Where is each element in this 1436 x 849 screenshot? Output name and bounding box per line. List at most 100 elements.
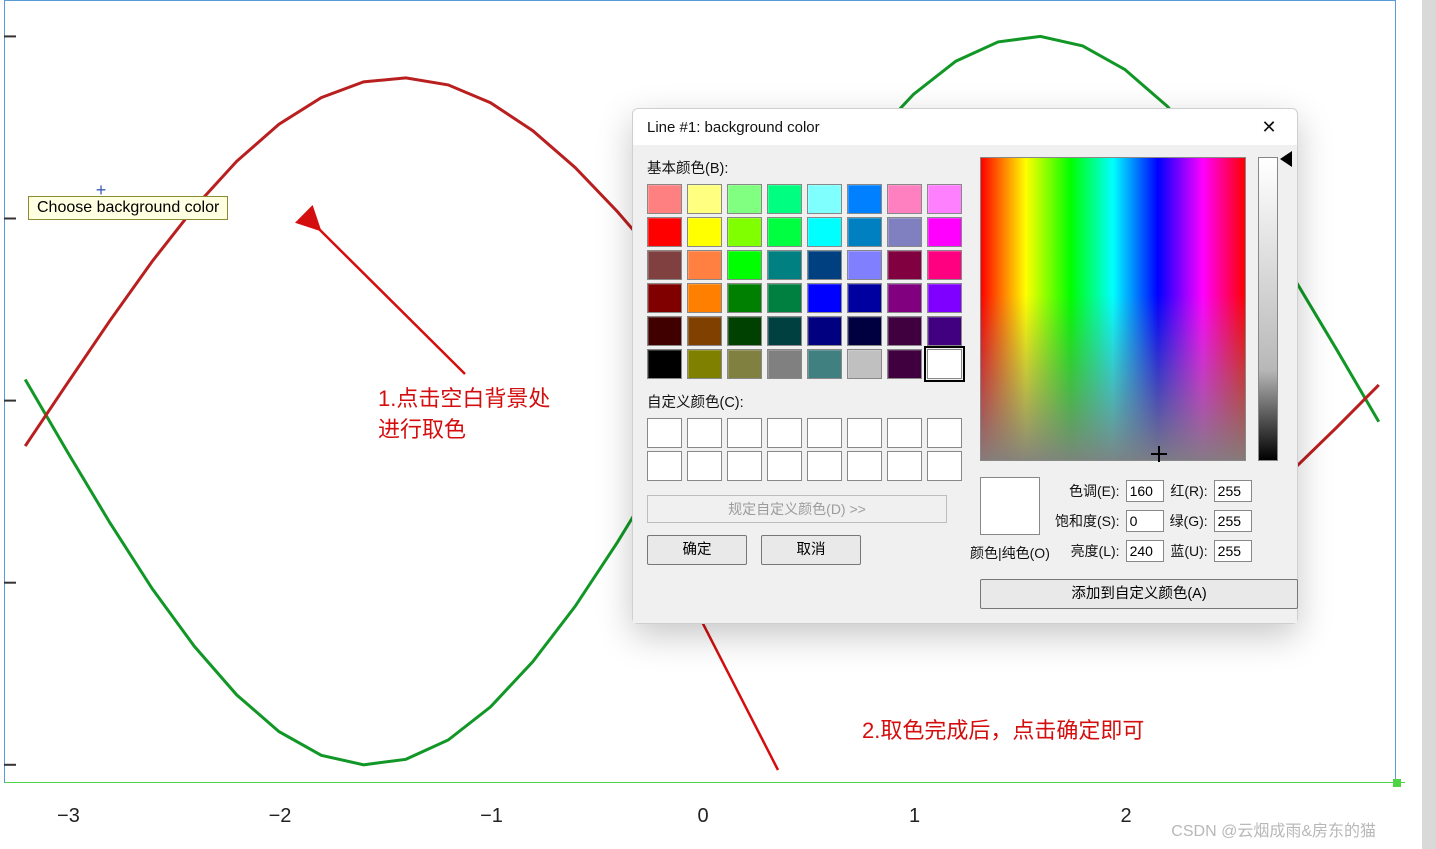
x-tick-label: −3 — [57, 805, 80, 828]
basic-swatch[interactable] — [767, 184, 802, 214]
cancel-button[interactable]: 取消 — [761, 535, 861, 565]
basic-swatch[interactable] — [847, 349, 882, 379]
basic-swatch[interactable] — [727, 184, 762, 214]
basic-swatch[interactable] — [807, 283, 842, 313]
custom-swatch[interactable] — [927, 418, 962, 448]
basic-swatch[interactable] — [727, 250, 762, 280]
custom-swatch[interactable] — [767, 418, 802, 448]
basic-swatch[interactable] — [647, 217, 682, 247]
basic-swatch[interactable] — [847, 250, 882, 280]
basic-swatch[interactable] — [887, 283, 922, 313]
custom-swatch[interactable] — [647, 451, 682, 481]
basic-swatch[interactable] — [887, 250, 922, 280]
basic-colors-label: 基本颜色(B): — [647, 157, 962, 178]
close-button[interactable]: ✕ — [1247, 112, 1291, 142]
custom-colors-label: 自定义颜色(C): — [647, 391, 962, 412]
basic-swatch[interactable] — [887, 184, 922, 214]
custom-swatch[interactable] — [727, 451, 762, 481]
basic-swatch[interactable] — [847, 184, 882, 214]
add-to-custom-button[interactable]: 添加到自定义颜色(A) — [980, 579, 1298, 609]
basic-swatch[interactable] — [887, 217, 922, 247]
lum-label: 亮度(L): — [1054, 539, 1121, 563]
basic-swatch[interactable] — [807, 349, 842, 379]
background-color-tooltip: Choose background color — [28, 196, 228, 220]
basic-swatch[interactable] — [687, 250, 722, 280]
basic-swatch[interactable] — [647, 316, 682, 346]
basic-swatch[interactable] — [647, 250, 682, 280]
tooltip-text: Choose background color — [37, 199, 219, 216]
luminance-slider[interactable] — [1258, 157, 1278, 461]
dialog-titlebar[interactable]: Line #1: background color ✕ — [633, 109, 1297, 145]
red-input[interactable] — [1214, 480, 1252, 502]
custom-swatch[interactable] — [887, 418, 922, 448]
watermark: CSDN @云烟成雨&房东的猫 — [1171, 817, 1376, 841]
custom-swatch[interactable] — [887, 451, 922, 481]
basic-swatch[interactable] — [687, 316, 722, 346]
basic-swatch[interactable] — [727, 217, 762, 247]
basic-swatch[interactable] — [647, 283, 682, 313]
custom-swatch[interactable] — [727, 418, 762, 448]
x-tick-label: 1 — [909, 805, 920, 828]
blue-input[interactable] — [1214, 540, 1252, 562]
basic-swatch[interactable] — [727, 349, 762, 379]
ruler-line — [5, 782, 1405, 783]
custom-swatch[interactable] — [767, 451, 802, 481]
basic-swatch[interactable] — [927, 349, 962, 379]
custom-swatch[interactable] — [927, 451, 962, 481]
color-picker-dialog: Line #1: background color ✕ 基本颜色(B): 自定义… — [632, 108, 1298, 624]
x-tick-label: 0 — [697, 805, 708, 828]
basic-swatch[interactable] — [847, 283, 882, 313]
basic-swatch[interactable] — [767, 217, 802, 247]
basic-swatch[interactable] — [767, 316, 802, 346]
custom-swatch[interactable] — [647, 418, 682, 448]
basic-swatch[interactable] — [927, 250, 962, 280]
basic-swatch[interactable] — [807, 250, 842, 280]
luminance-arrow-icon — [1280, 151, 1292, 167]
basic-swatch[interactable] — [927, 217, 962, 247]
green-input[interactable] — [1214, 510, 1252, 532]
hue-input[interactable] — [1126, 480, 1164, 502]
basic-swatch[interactable] — [927, 184, 962, 214]
sat-input[interactable] — [1126, 510, 1164, 532]
basic-swatch[interactable] — [807, 217, 842, 247]
basic-swatch[interactable] — [927, 316, 962, 346]
sat-label: 饱和度(S): — [1054, 509, 1121, 533]
x-tick-label: 2 — [1120, 805, 1131, 828]
basic-swatch[interactable] — [887, 316, 922, 346]
resize-handle[interactable] — [1393, 779, 1401, 787]
basic-swatch[interactable] — [687, 349, 722, 379]
custom-swatch[interactable] — [847, 418, 882, 448]
red-label: 红(R): — [1169, 479, 1209, 503]
annotation-1: 1.点击空白背景处 进行取色 — [378, 384, 550, 446]
basic-swatch[interactable] — [727, 316, 762, 346]
basic-swatch[interactable] — [927, 283, 962, 313]
lum-input[interactable] — [1126, 540, 1164, 562]
basic-swatch[interactable] — [687, 283, 722, 313]
basic-swatch[interactable] — [807, 316, 842, 346]
custom-colors-grid — [647, 418, 962, 481]
custom-swatch[interactable] — [847, 451, 882, 481]
define-custom-button: 规定自定义颜色(D) >> — [647, 495, 947, 523]
basic-swatch[interactable] — [647, 184, 682, 214]
custom-swatch[interactable] — [687, 418, 722, 448]
basic-swatch[interactable] — [847, 217, 882, 247]
hue-label: 色调(E): — [1054, 479, 1121, 503]
custom-swatch[interactable] — [807, 418, 842, 448]
basic-swatch[interactable] — [767, 283, 802, 313]
basic-swatch[interactable] — [767, 250, 802, 280]
custom-swatch[interactable] — [687, 451, 722, 481]
basic-swatch[interactable] — [847, 316, 882, 346]
basic-swatch[interactable] — [687, 217, 722, 247]
basic-swatch[interactable] — [767, 349, 802, 379]
x-tick-label: −2 — [269, 805, 292, 828]
basic-swatch[interactable] — [687, 184, 722, 214]
basic-swatch[interactable] — [727, 283, 762, 313]
x-tick-label: −1 — [480, 805, 503, 828]
ok-button[interactable]: 确定 — [647, 535, 747, 565]
hue-sat-field[interactable] — [980, 157, 1246, 461]
custom-swatch[interactable] — [807, 451, 842, 481]
basic-swatch[interactable] — [647, 349, 682, 379]
blue-label: 蓝(U): — [1169, 539, 1209, 563]
basic-swatch[interactable] — [807, 184, 842, 214]
basic-swatch[interactable] — [887, 349, 922, 379]
